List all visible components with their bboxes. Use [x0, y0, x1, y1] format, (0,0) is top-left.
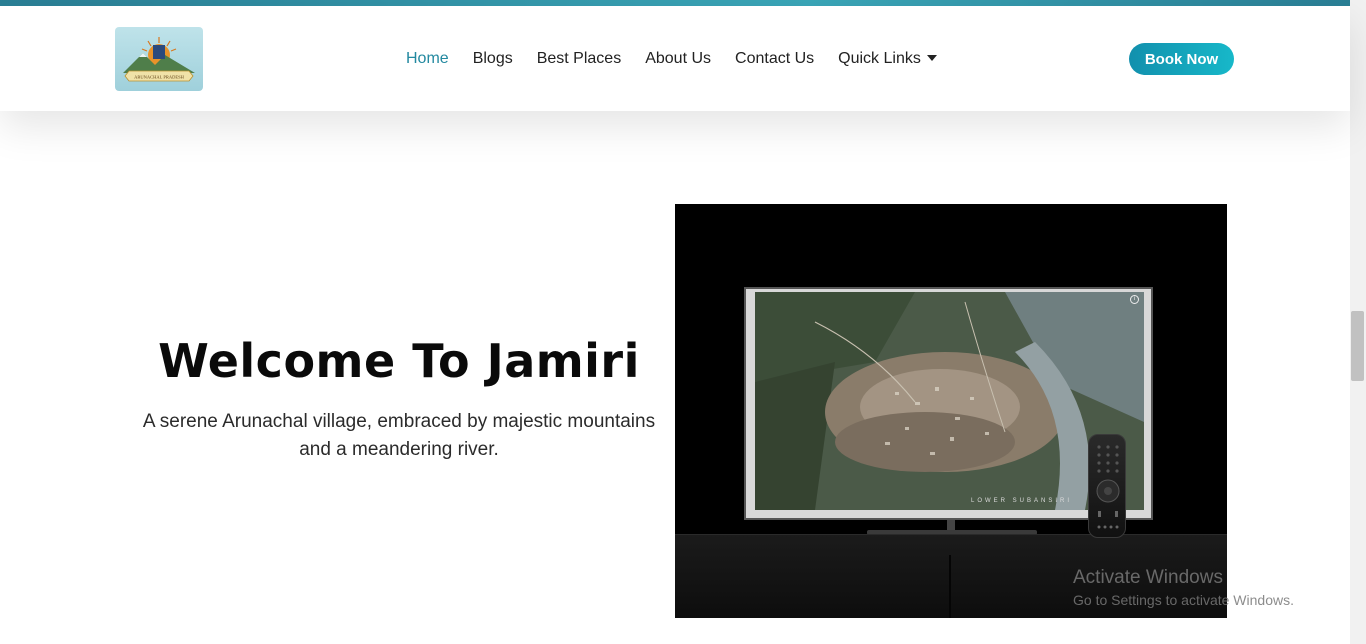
logo-emblem-icon: ARUNACHAL PRADESH	[123, 37, 195, 82]
nav-about-us[interactable]: About Us	[645, 50, 711, 68]
caret-down-icon	[926, 55, 937, 61]
tv-remote-image	[1088, 434, 1126, 538]
navbar: ARUNACHAL PRADESH Home Blogs Best Places…	[0, 6, 1350, 111]
nav-quick-links-label: Quick Links	[838, 50, 921, 67]
site-logo[interactable]: ARUNACHAL PRADESH	[115, 27, 203, 91]
video-caption: LOWER SUBANSIRI	[971, 498, 1073, 504]
watermark-subtitle: Go to Settings to activate Windows.	[1073, 592, 1294, 608]
aerial-village-image	[755, 292, 1144, 510]
windows-activation-watermark: Activate Windows Go to Settings to activ…	[1073, 566, 1294, 610]
nav-quick-links[interactable]: Quick Links	[838, 50, 937, 68]
hero-video[interactable]: i LOWER SUBANSIRI	[675, 204, 1227, 618]
book-now-button[interactable]: Book Now	[1129, 43, 1234, 75]
info-icon[interactable]: i	[1130, 295, 1139, 304]
hero-title: Welcome To Jamiri	[158, 334, 640, 388]
tv-screen-aerial-village: i LOWER SUBANSIRI	[755, 292, 1144, 510]
hero-subtitle: A serene Arunachal village, embraced by …	[142, 411, 656, 460]
remote-buttons-icon	[1096, 445, 1120, 529]
cabinet-divider	[949, 555, 951, 618]
nav-home[interactable]: Home	[406, 50, 449, 68]
nav-contact-us[interactable]: Contact Us	[735, 50, 814, 68]
nav-blogs[interactable]: Blogs	[473, 50, 513, 68]
logo-text: ARUNACHAL PRADESH	[134, 75, 184, 80]
page-scrollbar-thumb[interactable]	[1351, 311, 1364, 381]
hero-section: Welcome To Jamiri A serene Arunachal vil…	[125, 332, 673, 464]
main-nav: Home Blogs Best Places About Us Contact …	[406, 50, 961, 68]
watermark-title: Activate Windows	[1073, 567, 1223, 588]
nav-best-places[interactable]: Best Places	[537, 50, 621, 68]
